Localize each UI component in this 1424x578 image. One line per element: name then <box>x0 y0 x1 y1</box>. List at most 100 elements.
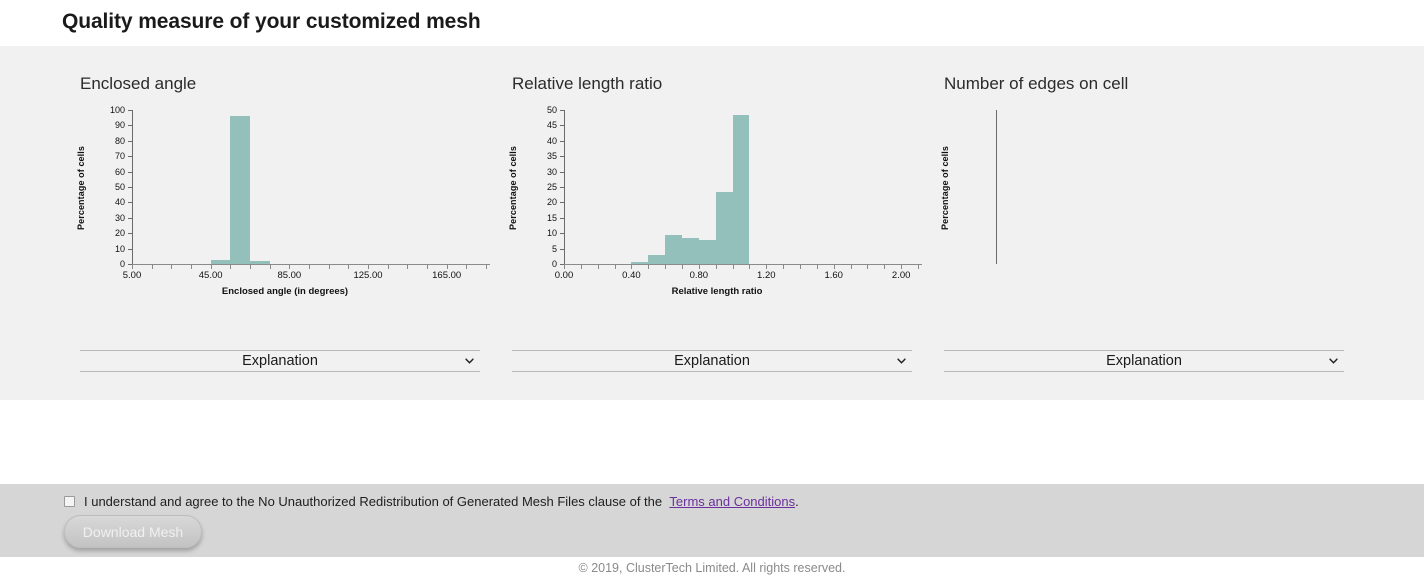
chart-heading: Number of edges on cell <box>944 74 1129 93</box>
y-axis-label: Percentage of cells <box>508 146 518 230</box>
x-tick-mark <box>918 265 919 269</box>
x-tick-label: 0.80 <box>689 270 709 281</box>
x-tick-mark <box>407 265 408 269</box>
x-tick-mark <box>388 265 389 269</box>
bar <box>250 260 270 264</box>
chevron-down-icon <box>465 358 474 364</box>
x-tick-mark <box>191 265 192 269</box>
y-tick-mark <box>128 156 132 157</box>
y-tick-label: 5 <box>551 243 557 254</box>
y-axis-label: Percentage of cells <box>940 146 950 230</box>
y-tick-label: 0 <box>119 259 125 269</box>
x-tick-label: 45.00 <box>198 270 223 281</box>
chart-plot-relative-length-ratio: Percentage of cells 0 5 10 15 20 25 30 35 40 45 50 0… <box>508 104 922 297</box>
bar <box>631 261 649 264</box>
y-tick-label: 0 <box>551 259 557 269</box>
bar <box>698 239 716 264</box>
agreement-row: I understand and agree to the No Unautho… <box>64 494 799 509</box>
x-tick-mark <box>598 265 599 269</box>
y-axis-line <box>132 110 133 264</box>
y-tick-mark <box>128 110 132 111</box>
x-tick-mark <box>581 265 582 269</box>
x-tick-mark <box>851 265 852 269</box>
explanation-select-2[interactable]: Explanation <box>512 350 912 372</box>
x-tick-mark <box>230 265 231 269</box>
bar <box>715 191 733 264</box>
bar <box>230 116 250 264</box>
x-tick-mark <box>834 265 835 269</box>
y-tick-mark <box>560 156 564 157</box>
x-tick-mark <box>171 265 172 269</box>
x-tick-mark <box>648 265 649 269</box>
x-tick-mark <box>447 265 448 269</box>
x-tick-mark <box>309 265 310 269</box>
y-axis-label: Percentage of cells <box>76 146 86 230</box>
footer-copyright: © 2019, ClusterTech Limited. All rights … <box>578 560 846 575</box>
x-tick-mark <box>348 265 349 269</box>
x-tick-mark <box>427 265 428 269</box>
app-page: Quality measure of your customized mesh … <box>0 0 1424 578</box>
x-tick-label: 1.20 <box>757 270 776 281</box>
x-axis-line <box>132 264 490 265</box>
explanation-select-1[interactable]: Explanation <box>80 350 480 372</box>
y-tick-mark <box>560 172 564 173</box>
y-tick-mark <box>560 233 564 234</box>
y-tick-mark <box>128 233 132 234</box>
explanation-select-row-2: Explanation <box>512 350 912 372</box>
y-tick-mark <box>560 141 564 142</box>
x-tick-label: 0.00 <box>554 270 574 281</box>
y-tick-label: 20 <box>114 228 125 239</box>
y-tick-label: 10 <box>546 228 557 239</box>
chart-panel-relative-length-ratio: Relative length ratio Percentage of cell… <box>494 46 926 400</box>
x-tick-mark <box>564 265 565 269</box>
explanation-select-label-3: Explanation <box>1106 353 1182 369</box>
x-tick-mark <box>901 265 902 269</box>
x-axis-label: Relative length ratio <box>671 286 763 297</box>
x-tick-label: 5.00 <box>122 270 142 281</box>
download-mesh-button[interactable]: Download Mesh <box>64 515 202 548</box>
y-tick-mark <box>128 249 132 250</box>
x-tick-mark <box>329 265 330 269</box>
y-tick-mark <box>560 249 564 250</box>
x-tick-mark <box>716 265 717 269</box>
x-tick-mark <box>884 265 885 269</box>
x-tick-mark <box>867 265 868 269</box>
y-tick-label: 35 <box>546 151 557 162</box>
x-tick-label: 2.00 <box>891 270 911 281</box>
x-tick-mark <box>699 265 700 269</box>
action-band: Refine Mesh Specification As New Run Rea… <box>0 400 1424 484</box>
chart-plot-enclosed-angle: Percentage of cells 0 10 20 30 40 50 60 70 80 90 10… <box>76 104 490 297</box>
x-tick-mark <box>665 265 666 269</box>
footer: © 2019, ClusterTech Limited. All rights … <box>0 557 1424 578</box>
agreement-checkbox[interactable] <box>64 496 75 507</box>
charts-band: Enclosed angle Percentage of cells 0 10 20 3… <box>0 46 1424 400</box>
y-tick-label: 40 <box>114 197 125 208</box>
x-tick-mark <box>250 265 251 269</box>
x-tick-label: 165.00 <box>432 270 462 281</box>
bar <box>682 238 699 264</box>
y-tick-mark <box>560 110 564 111</box>
explanation-select-row-3: Explanation <box>944 350 1344 372</box>
x-axis-label: Enclosed angle (in degrees) <box>221 286 349 297</box>
x-tick-label: 125.00 <box>353 270 383 281</box>
x-tick-mark <box>766 265 767 269</box>
agreement-band: I understand and agree to the No Unautho… <box>0 484 1424 557</box>
y-tick-mark <box>128 187 132 188</box>
x-tick-mark <box>800 265 801 269</box>
x-tick-mark <box>270 265 271 269</box>
y-tick-mark <box>128 125 132 126</box>
explanation-select-3[interactable]: Explanation <box>944 350 1344 372</box>
chevron-down-icon <box>897 358 906 364</box>
explanation-select-label-1: Explanation <box>242 353 318 369</box>
terms-and-conditions-link[interactable]: Terms and Conditions <box>669 494 795 509</box>
y-tick-label: 30 <box>546 166 557 177</box>
y-tick-label: 70 <box>114 151 125 162</box>
y-axis-line <box>996 110 997 264</box>
x-tick-mark <box>749 265 750 269</box>
x-tick-mark <box>631 265 632 269</box>
y-tick-label: 80 <box>114 135 125 146</box>
y-tick-label: 40 <box>546 135 557 146</box>
bar <box>665 234 682 264</box>
title-band: Quality measure of your customized mesh <box>0 0 1424 46</box>
y-tick-label: 90 <box>114 120 125 131</box>
